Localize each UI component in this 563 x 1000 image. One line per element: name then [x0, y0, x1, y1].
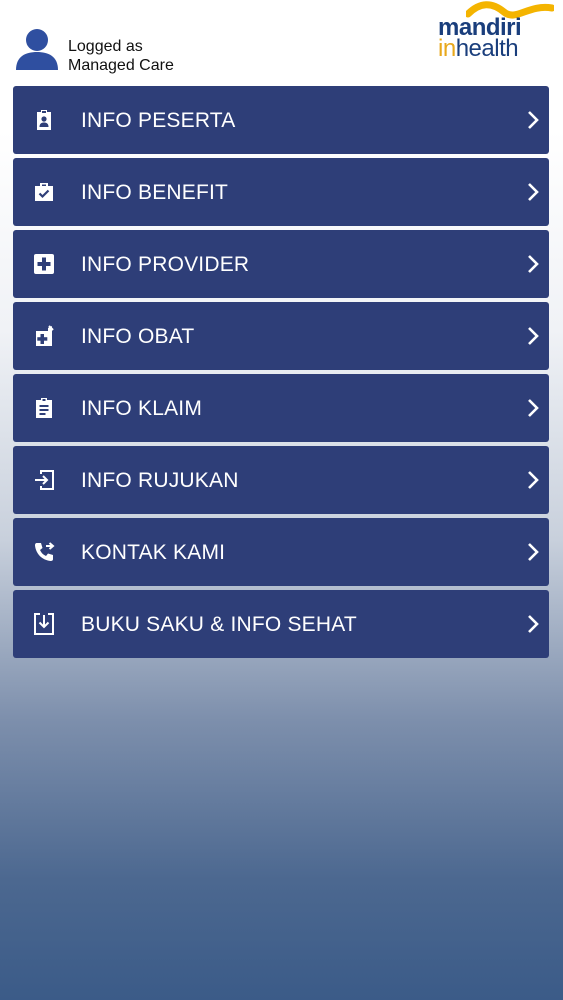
menu-item-label: INFO RUJUKAN	[81, 469, 239, 492]
hospital-plus-icon	[34, 254, 54, 274]
logo-health-text: health	[455, 35, 519, 62]
menu-item-label: INFO PROVIDER	[81, 253, 250, 276]
menu-item-label: INFO PESERTA	[81, 109, 236, 132]
logo-in-text: in	[438, 35, 456, 62]
login-status: Logged as Managed Care	[68, 37, 174, 75]
chevron-right-icon	[528, 111, 539, 129]
logo-subbrand-text: inhealth	[438, 35, 519, 63]
menu-item-info-klaim[interactable]: INFO KLAIM	[13, 374, 549, 442]
medicine-icon	[36, 325, 54, 346]
menu-item-label: BUKU SAKU & INFO SEHAT	[81, 613, 357, 636]
menu-item-info-peserta[interactable]: INFO PESERTA	[13, 86, 549, 154]
menu-item-info-provider[interactable]: INFO PROVIDER	[13, 230, 549, 298]
chevron-right-icon	[528, 471, 539, 489]
menu-item-label: INFO KLAIM	[81, 397, 203, 420]
badge-icon	[37, 110, 51, 130]
menu-item-label: INFO OBAT	[81, 325, 195, 348]
chevron-right-icon	[528, 615, 539, 633]
user-avatar-icon[interactable]	[14, 26, 60, 72]
menu-item-buku-saku[interactable]: BUKU SAKU & INFO SEHAT	[13, 590, 549, 658]
menu-item-info-obat[interactable]: INFO OBAT	[13, 302, 549, 370]
chevron-right-icon	[528, 183, 539, 201]
clipboard-icon	[36, 398, 52, 418]
app-header: Logged as Managed Care mandiri inhealth	[0, 0, 563, 86]
menu-item-info-benefit[interactable]: INFO BENEFIT	[13, 158, 549, 226]
chevron-right-icon	[528, 399, 539, 417]
chevron-right-icon	[528, 255, 539, 273]
menu-item-kontak-kami[interactable]: KONTAK KAMI	[13, 518, 549, 586]
download-icon	[34, 613, 54, 635]
chevron-right-icon	[528, 327, 539, 345]
phone-forward-icon	[35, 542, 55, 561]
main-menu: INFO PESERTA INFO BENEFIT INFO PROVIDER …	[13, 86, 549, 662]
login-icon	[35, 470, 54, 490]
login-status-user: Managed Care	[68, 57, 174, 74]
menu-item-info-rujukan[interactable]: INFO RUJUKAN	[13, 446, 549, 514]
login-status-line1: Logged as	[68, 38, 143, 55]
mandiri-inhealth-logo: mandiri inhealth	[436, 0, 554, 70]
menu-item-label: INFO BENEFIT	[81, 181, 229, 204]
medical-bag-icon	[35, 183, 53, 201]
menu-item-label: KONTAK KAMI	[81, 541, 226, 564]
chevron-right-icon	[528, 543, 539, 561]
